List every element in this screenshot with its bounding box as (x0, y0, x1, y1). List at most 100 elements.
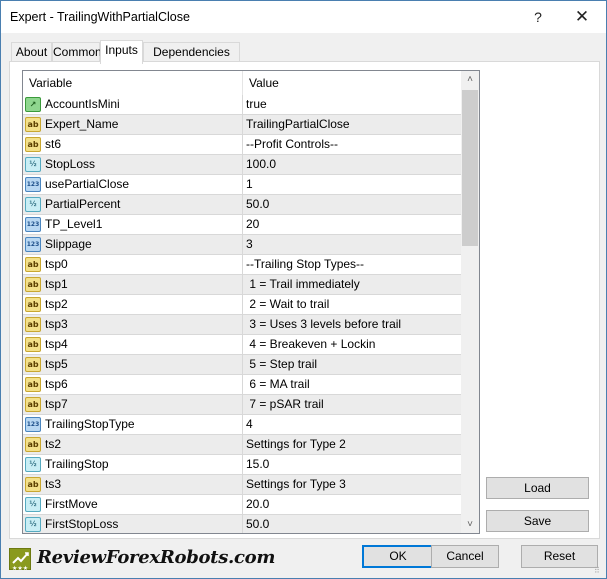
inputs-panel: Variable Value ↗ AccountIsMini true ab Exper… (9, 61, 600, 539)
variable-cell[interactable]: ab tsp5 (23, 355, 243, 374)
table-row[interactable]: 123 TrailingStopType 4 (23, 415, 461, 435)
table-row[interactable]: ab tsp2 2 = Wait to trail (23, 295, 461, 315)
table-row[interactable]: ab tsp7 7 = pSAR trail (23, 395, 461, 415)
table-row[interactable]: ab ts2 Settings for Type 2 (23, 435, 461, 455)
table-row[interactable]: ½ FirstMove 20.0 (23, 495, 461, 515)
value-cell[interactable]: 20 (244, 215, 461, 234)
value-cell[interactable]: Settings for Type 2 (244, 435, 461, 454)
variable-cell[interactable]: ↗ AccountIsMini (23, 95, 243, 114)
string-icon: ab (25, 477, 41, 492)
table-row[interactable]: 123 TP_Level1 20 (23, 215, 461, 235)
variable-name: TrailingStop (45, 457, 109, 471)
load-button[interactable]: Load (486, 477, 589, 499)
save-button[interactable]: Save (486, 510, 589, 532)
variable-name: AccountIsMini (45, 97, 120, 111)
value-cell[interactable]: 6 = MA trail (244, 375, 461, 394)
table-row[interactable]: ab tsp6 6 = MA trail (23, 375, 461, 395)
string-icon: ab (25, 297, 41, 312)
close-button[interactable]: ✕ (562, 5, 602, 29)
variable-cell[interactable]: ab st6 (23, 135, 243, 154)
variable-cell[interactable]: ab tsp7 (23, 395, 243, 414)
value-cell[interactable]: 3 (244, 235, 461, 254)
tab-dependencies[interactable]: Dependencies (143, 42, 240, 62)
variable-name: ts3 (45, 477, 62, 491)
variable-cell[interactable]: ab tsp0 (23, 255, 243, 274)
value-cell[interactable]: 1 (244, 175, 461, 194)
value-cell[interactable]: 4 (244, 415, 461, 434)
value-cell[interactable]: 100.0 (244, 155, 461, 174)
variable-cell[interactable]: ½ FirstStopLoss (23, 515, 243, 533)
table-row[interactable]: ab tsp1 1 = Trail immediately (23, 275, 461, 295)
table-row[interactable]: 123 Slippage 3 (23, 235, 461, 255)
window-title: Expert - TrailingWithPartialClose (10, 10, 190, 24)
value-cell[interactable]: --Profit Controls-- (244, 135, 461, 154)
table-row[interactable]: ab tsp0 --Trailing Stop Types-- (23, 255, 461, 275)
expert-dialog: Expert - TrailingWithPartialClose ? ✕ Ab… (0, 0, 607, 579)
table-row[interactable]: ↗ AccountIsMini true (23, 95, 461, 115)
variable-cell[interactable]: 123 Slippage (23, 235, 243, 254)
value-cell[interactable]: 20.0 (244, 495, 461, 514)
table-row[interactable]: ab ts3 Settings for Type 3 (23, 475, 461, 495)
variable-cell[interactable]: ab tsp3 (23, 315, 243, 334)
string-icon: ab (25, 357, 41, 372)
variable-cell[interactable]: ab Expert_Name (23, 115, 243, 134)
string-icon: ab (25, 337, 41, 352)
tab-about[interactable]: About (11, 42, 52, 62)
variable-cell[interactable]: 123 usePartialClose (23, 175, 243, 194)
vertical-scrollbar[interactable]: ˄ ˅ (461, 71, 479, 533)
table-row[interactable]: ab tsp3 3 = Uses 3 levels before trail (23, 315, 461, 335)
variable-cell[interactable]: ab ts2 (23, 435, 243, 454)
value-cell[interactable]: 7 = pSAR trail (244, 395, 461, 414)
value-cell[interactable]: TrailingPartialClose (244, 115, 461, 134)
string-icon: ab (25, 257, 41, 272)
variable-cell[interactable]: ab ts3 (23, 475, 243, 494)
table-row[interactable]: ½ StopLoss 100.0 (23, 155, 461, 175)
variable-cell[interactable]: ab tsp2 (23, 295, 243, 314)
value-cell[interactable]: 1 = Trail immediately (244, 275, 461, 294)
help-button[interactable]: ? (518, 5, 558, 29)
column-header-value[interactable]: Value (243, 71, 461, 95)
table-row[interactable]: 123 usePartialClose 1 (23, 175, 461, 195)
value-cell[interactable]: 15.0 (244, 455, 461, 474)
variable-name: tsp5 (45, 357, 68, 371)
tab-common[interactable]: Common (52, 42, 102, 62)
table-row[interactable]: ab tsp5 5 = Step trail (23, 355, 461, 375)
ok-button[interactable]: OK (362, 545, 434, 568)
table-row[interactable]: ½ PartialPercent 50.0 (23, 195, 461, 215)
table-row[interactable]: ab Expert_Name TrailingPartialClose (23, 115, 461, 135)
table-row[interactable]: ab st6 --Profit Controls-- (23, 135, 461, 155)
scrollbar-thumb[interactable] (462, 90, 478, 246)
string-icon: ab (25, 397, 41, 412)
scroll-down-icon[interactable]: ˅ (461, 516, 479, 533)
variable-cell[interactable]: ½ FirstMove (23, 495, 243, 514)
variable-cell[interactable]: ½ StopLoss (23, 155, 243, 174)
value-cell[interactable]: 3 = Uses 3 levels before trail (244, 315, 461, 334)
value-cell[interactable]: true (244, 95, 461, 114)
variable-cell[interactable]: ½ TrailingStop (23, 455, 243, 474)
tab-inputs[interactable]: Inputs (100, 40, 143, 64)
table-row[interactable]: ab tsp4 4 = Breakeven + Lockin (23, 335, 461, 355)
variable-name: Slippage (45, 237, 92, 251)
value-cell[interactable]: 5 = Step trail (244, 355, 461, 374)
variable-name: TrailingStopType (45, 417, 135, 431)
reset-button[interactable]: Reset (521, 545, 598, 568)
value-cell[interactable]: --Trailing Stop Types-- (244, 255, 461, 274)
resize-grip-icon[interactable]: ⠿ (594, 566, 604, 576)
value-cell[interactable]: 50.0 (244, 195, 461, 214)
variable-cell[interactable]: ½ PartialPercent (23, 195, 243, 214)
svg-text:★★★: ★★★ (12, 565, 28, 571)
variable-cell[interactable]: 123 TrailingStopType (23, 415, 243, 434)
cancel-button[interactable]: Cancel (431, 545, 499, 568)
value-cell[interactable]: 4 = Breakeven + Lockin (244, 335, 461, 354)
scroll-up-icon[interactable]: ˄ (461, 71, 479, 88)
column-header-variable[interactable]: Variable (23, 71, 243, 95)
table-row[interactable]: ½ FirstStopLoss 50.0 (23, 515, 461, 533)
variable-cell[interactable]: ab tsp6 (23, 375, 243, 394)
table-row[interactable]: ½ TrailingStop 15.0 (23, 455, 461, 475)
value-cell[interactable]: 50.0 (244, 515, 461, 533)
variable-cell[interactable]: ab tsp1 (23, 275, 243, 294)
variable-cell[interactable]: ab tsp4 (23, 335, 243, 354)
value-cell[interactable]: Settings for Type 3 (244, 475, 461, 494)
variable-cell[interactable]: 123 TP_Level1 (23, 215, 243, 234)
value-cell[interactable]: 2 = Wait to trail (244, 295, 461, 314)
